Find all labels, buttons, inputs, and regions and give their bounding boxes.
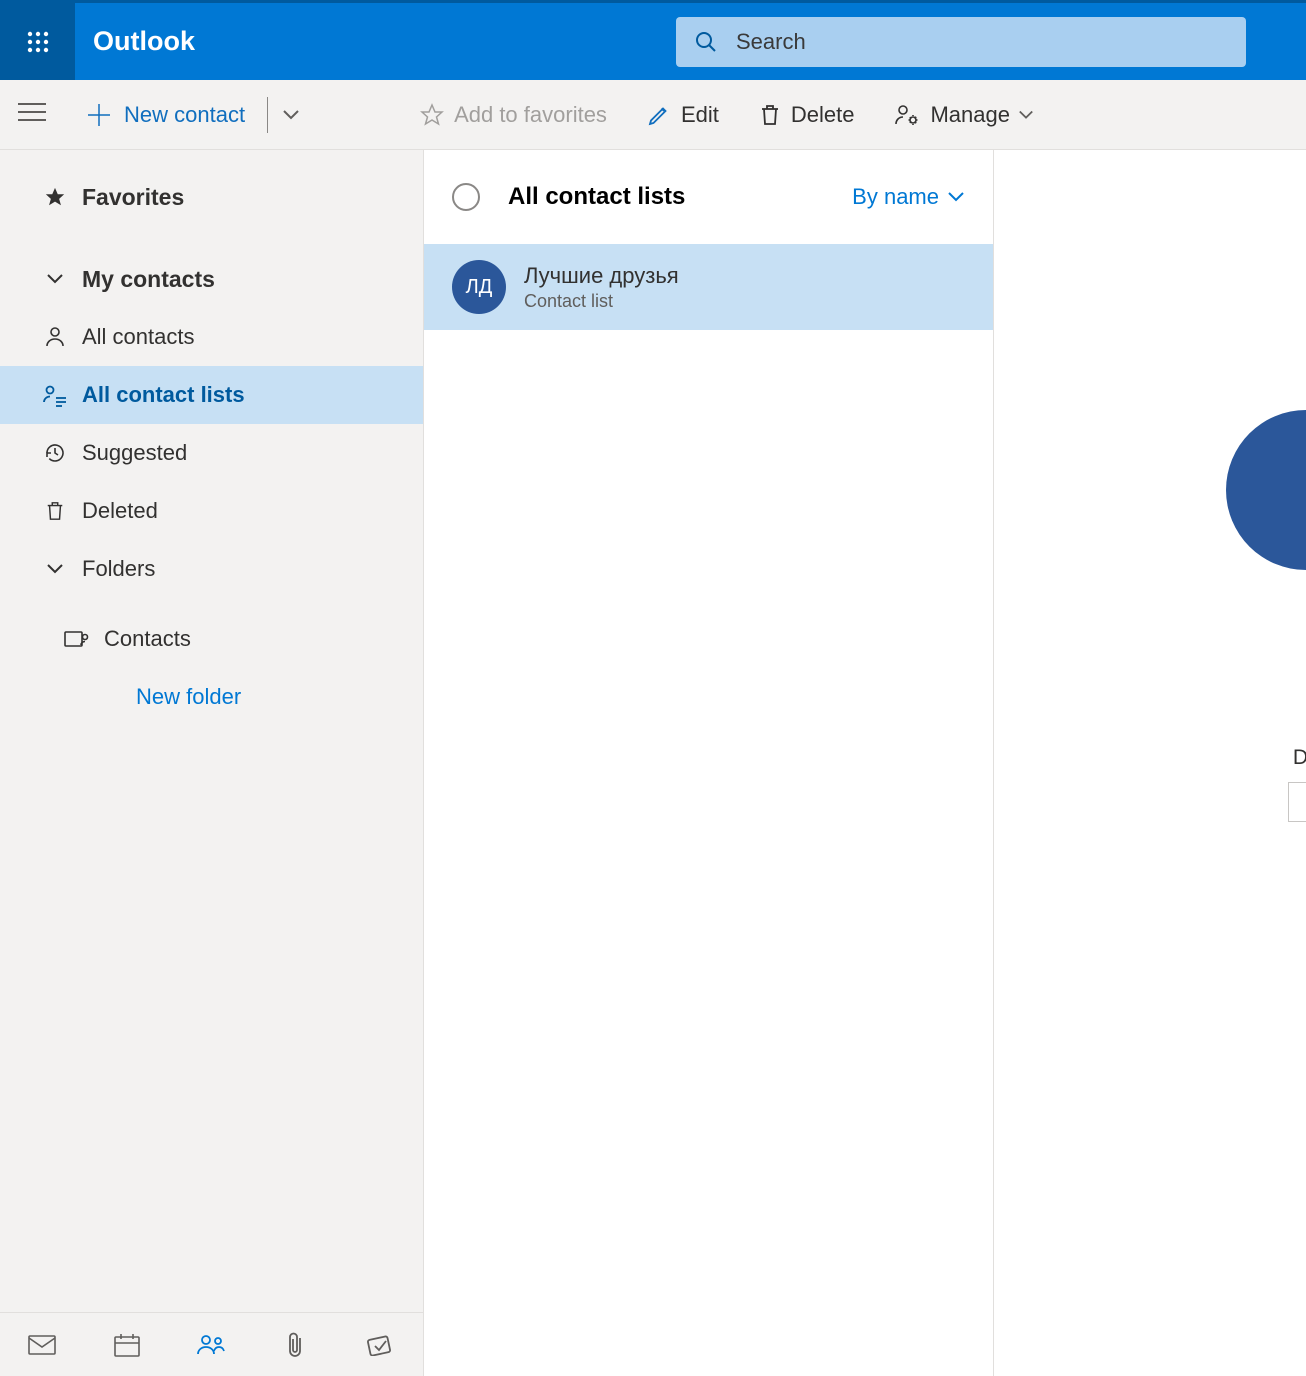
search-box[interactable] <box>676 17 1246 67</box>
chevron-down-icon[interactable] <box>282 109 300 121</box>
star-icon <box>44 186 66 208</box>
sidebar-item-all-contacts[interactable]: All contacts <box>0 308 423 366</box>
calendar-icon <box>114 1333 140 1357</box>
sidebar-item-contacts-folder[interactable]: Contacts <box>0 610 423 668</box>
divider <box>267 97 268 133</box>
trash-icon <box>759 103 781 127</box>
sidebar-item-my-contacts[interactable]: My contacts <box>0 250 423 308</box>
new-contact-button[interactable]: New contact <box>88 97 300 133</box>
plus-icon <box>88 104 110 126</box>
select-all-checkbox[interactable] <box>452 183 480 211</box>
history-icon <box>43 441 67 465</box>
brand-name: Outlook <box>93 26 195 57</box>
sort-label: By name <box>852 184 939 210</box>
sidebar-item-label: Folders <box>82 556 155 582</box>
list-title: All contact lists <box>508 183 685 211</box>
trash-icon <box>45 500 65 522</box>
check-icon <box>367 1334 395 1356</box>
new-folder-label: New folder <box>136 684 241 710</box>
chevron-down-icon <box>947 191 965 203</box>
delete-label: Delete <box>791 102 855 128</box>
person-gear-icon <box>894 103 920 127</box>
sidebar-item-label: Favorites <box>82 184 184 211</box>
edit-label: Edit <box>681 102 719 128</box>
manage-button[interactable]: Manage <box>894 102 1044 128</box>
detail-avatar <box>1226 410 1306 570</box>
sidebar-item-suggested[interactable]: Suggested <box>0 424 423 482</box>
sidebar-item-all-contact-lists[interactable]: All contact lists <box>0 366 423 424</box>
contact-list-pane: All contact lists By name ЛД Лучшие друз… <box>424 150 994 1376</box>
pencil-icon <box>647 103 671 127</box>
manage-label: Manage <box>930 102 1010 128</box>
sidebar-item-favorites[interactable]: Favorites <box>0 168 423 226</box>
avatar-initials: ЛД <box>466 276 493 299</box>
app-launcher[interactable] <box>0 3 75 80</box>
contacts-folder-icon <box>64 628 90 650</box>
nav-toggle[interactable] <box>18 102 58 127</box>
chevron-down-icon <box>46 273 64 285</box>
sidebar-item-folders[interactable]: Folders <box>0 540 423 598</box>
add-to-favorites-button: Add to favorites <box>420 102 607 128</box>
chevron-down-icon <box>1018 109 1034 121</box>
files-module-button[interactable] <box>254 1313 339 1376</box>
delete-button[interactable]: Delete <box>759 102 855 128</box>
star-outline-icon <box>420 103 444 127</box>
list-item-name: Лучшие друзья <box>524 263 679 289</box>
sidebar-item-label: My contacts <box>82 266 215 293</box>
waffle-icon <box>27 31 49 53</box>
todo-module-button[interactable] <box>338 1313 423 1376</box>
mail-icon <box>28 1335 56 1355</box>
list-item[interactable]: ЛД Лучшие друзья Contact list <box>424 244 993 330</box>
sort-dropdown[interactable]: By name <box>852 184 965 210</box>
sidebar-item-label: All contact lists <box>82 382 245 408</box>
sidebar-item-label: Deleted <box>82 498 158 524</box>
calendar-module-button[interactable] <box>85 1313 170 1376</box>
detail-pane: D <box>994 150 1306 1376</box>
search-icon <box>694 30 718 54</box>
new-contact-label: New contact <box>124 102 245 128</box>
edit-button[interactable]: Edit <box>647 102 719 128</box>
mail-module-button[interactable] <box>0 1313 85 1376</box>
new-folder-link[interactable]: New folder <box>0 668 423 726</box>
people-icon <box>196 1333 226 1357</box>
person-icon <box>44 325 66 349</box>
detail-field-label: D <box>1293 746 1306 770</box>
sidebar: Favorites My contacts All contacts All c… <box>0 150 424 1376</box>
people-list-icon <box>42 383 68 407</box>
sidebar-item-label: Suggested <box>82 440 187 466</box>
sidebar-item-label: All contacts <box>82 324 195 350</box>
avatar: ЛД <box>452 260 506 314</box>
sidebar-item-label: Contacts <box>104 626 191 652</box>
sidebar-item-deleted[interactable]: Deleted <box>0 482 423 540</box>
detail-input[interactable] <box>1288 782 1306 822</box>
search-input[interactable] <box>736 29 1228 55</box>
list-item-subtitle: Contact list <box>524 291 679 312</box>
people-module-button[interactable] <box>169 1313 254 1376</box>
attachment-icon <box>286 1331 306 1359</box>
hamburger-icon <box>18 102 46 122</box>
add-to-favorites-label: Add to favorites <box>454 102 607 128</box>
chevron-down-icon <box>46 563 64 575</box>
